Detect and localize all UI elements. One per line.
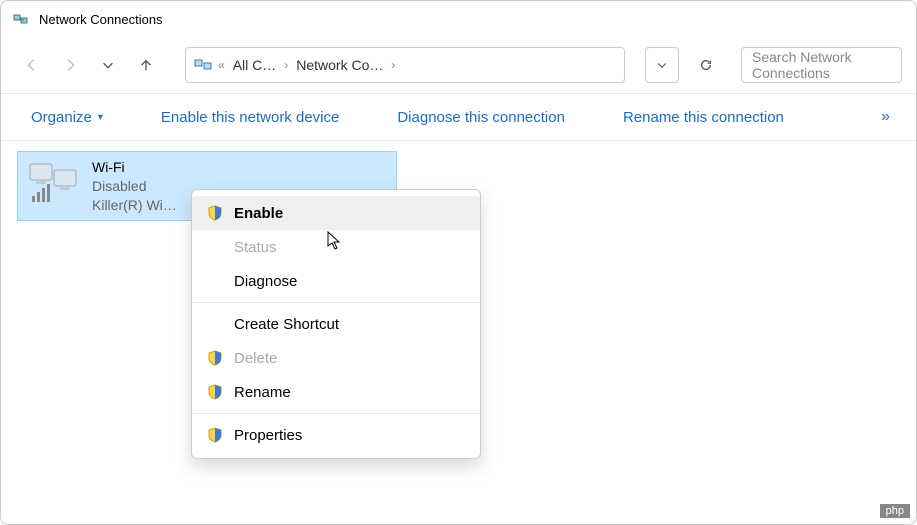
search-input[interactable]: Search Network Connections [741,47,902,83]
shield-icon [206,427,224,443]
menu-label: Delete [234,350,466,367]
menu-label: Diagnose [234,273,466,290]
window-title: Network Connections [39,12,163,27]
search-placeholder: Search Network Connections [752,49,891,81]
adapter-device: Killer(R) Wi… [92,196,177,215]
app-icon [13,11,29,27]
up-button[interactable] [129,48,163,82]
titlebar: Network Connections [1,1,916,37]
overflow-button[interactable]: » [881,108,892,126]
chevron-right-icon: › [284,58,288,72]
organize-button[interactable]: Organize▾ [25,108,109,127]
refresh-button[interactable] [689,47,723,83]
context-menu: Enable Status Diagnose Create Shortcut D… [191,189,481,459]
shield-icon [206,384,224,400]
menu-item-status: Status [192,230,480,264]
adapter-name: Wi-Fi [92,158,177,177]
address-dropdown[interactable] [645,47,679,83]
menu-label: Create Shortcut [234,316,466,333]
command-bar: Organize▾ Enable this network device Dia… [1,94,916,140]
menu-item-create-shortcut[interactable]: Create Shortcut [192,307,480,341]
rename-button[interactable]: Rename this connection [617,108,790,127]
menu-separator [192,413,480,414]
recent-dropdown[interactable] [91,48,125,82]
menu-item-properties[interactable]: Properties [192,418,480,452]
breadcrumb-part-1[interactable]: All C… [229,55,281,75]
breadcrumb-sep: « [218,58,225,72]
location-icon [194,57,214,73]
menu-item-diagnose[interactable]: Diagnose [192,264,480,298]
network-adapter-icon [26,158,82,206]
menu-label: Status [234,239,466,256]
menu-item-delete: Delete [192,341,480,375]
adapter-text: Wi-Fi Disabled Killer(R) Wi… [92,158,177,214]
shield-icon [206,205,224,221]
forward-button[interactable] [53,48,87,82]
chevron-right-icon: › [391,58,395,72]
menu-label: Rename [234,384,466,401]
address-bar[interactable]: « All C… › Network Co… › [185,47,625,83]
adapter-status: Disabled [92,177,177,196]
menu-item-rename[interactable]: Rename [192,375,480,409]
menu-item-enable[interactable]: Enable [192,196,480,230]
menu-label: Enable [234,205,466,222]
back-button[interactable] [15,48,49,82]
watermark: php [880,504,910,518]
shield-icon [206,350,224,366]
diagnose-button[interactable]: Diagnose this connection [391,108,571,127]
menu-label: Properties [234,427,466,444]
chevron-down-icon: ▾ [98,112,103,123]
enable-device-button[interactable]: Enable this network device [155,108,345,127]
menu-separator [192,302,480,303]
breadcrumb-part-2[interactable]: Network Co… [292,55,387,75]
content-area: Wi-Fi Disabled Killer(R) Wi… Enable Stat… [1,141,916,231]
navigation-bar: « All C… › Network Co… › Search Network … [1,37,916,93]
